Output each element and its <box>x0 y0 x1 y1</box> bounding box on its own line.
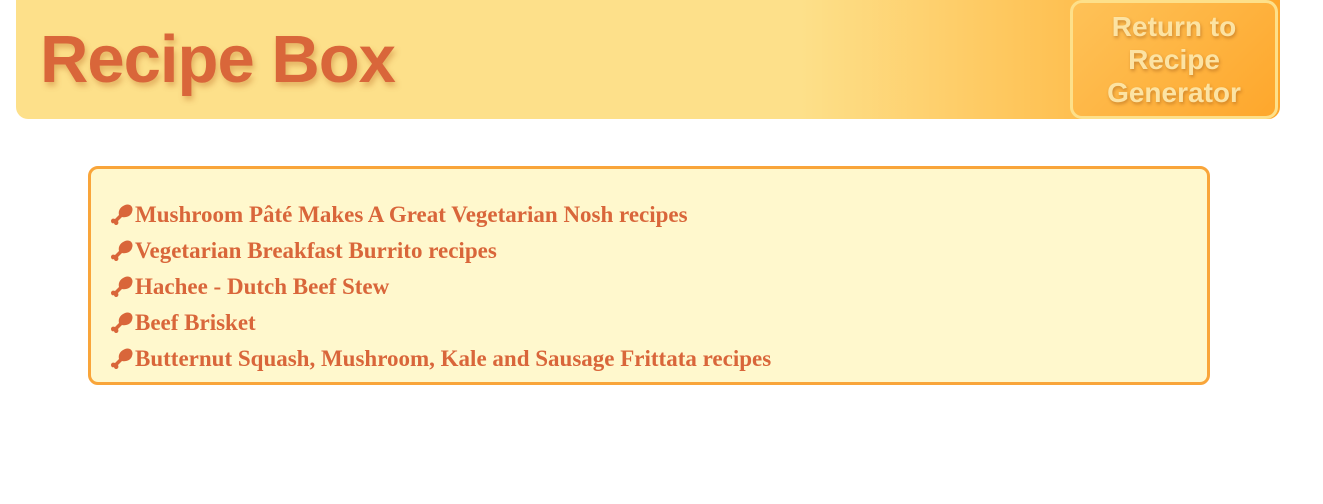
recipe-list-panel: Mushroom Pâté Makes A Great Vegetarian N… <box>88 166 1210 385</box>
page-title: Recipe Box <box>40 22 396 97</box>
recipe-label: Vegetarian Breakfast Burrito recipes <box>135 238 497 263</box>
recipe-item[interactable]: Hachee - Dutch Beef Stew <box>109 269 1207 305</box>
return-to-generator-button[interactable]: Return to Recipe Generator <box>1070 0 1278 119</box>
recipe-label: Hachee - Dutch Beef Stew <box>135 274 390 299</box>
recipe-label: Butternut Squash, Mushroom, Kale and Sau… <box>135 346 772 371</box>
drumstick-icon <box>111 348 133 369</box>
drumstick-icon <box>111 240 133 261</box>
drumstick-icon <box>111 204 133 225</box>
drumstick-icon <box>111 276 133 297</box>
recipe-list: Mushroom Pâté Makes A Great Vegetarian N… <box>91 169 1207 377</box>
recipe-item[interactable]: Butternut Squash, Mushroom, Kale and Sau… <box>109 341 1207 377</box>
recipe-item[interactable]: Mushroom Pâté Makes A Great Vegetarian N… <box>109 197 1207 233</box>
recipe-label: Beef Brisket <box>135 310 256 335</box>
recipe-item[interactable]: Beef Brisket <box>109 305 1207 341</box>
recipe-label: Mushroom Pâté Makes A Great Vegetarian N… <box>135 202 688 227</box>
header-bar: Recipe Box Return to Recipe Generator <box>16 0 1280 119</box>
recipe-item[interactable]: Vegetarian Breakfast Burrito recipes <box>109 233 1207 269</box>
drumstick-icon <box>111 312 133 333</box>
